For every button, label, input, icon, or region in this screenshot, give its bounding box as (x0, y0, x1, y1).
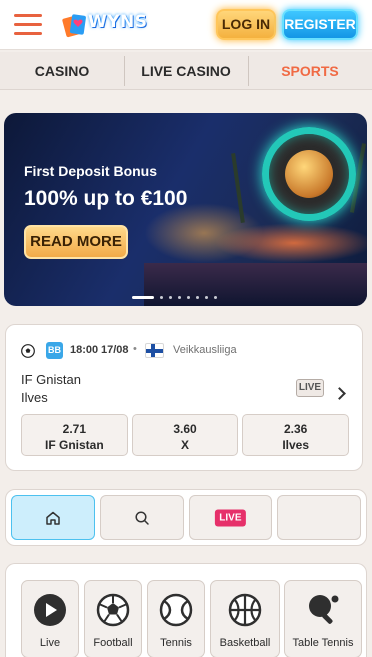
promo-banner[interactable]: First Deposit Bonus 100% up to €100 READ… (4, 113, 367, 306)
home-filter-button[interactable] (11, 495, 95, 540)
odds-value: 2.36 (284, 422, 308, 436)
live-filter-button[interactable]: LIVE (188, 495, 273, 540)
carousel-dots (132, 295, 217, 299)
carousel-dot[interactable] (187, 295, 190, 299)
sport-label: Football (93, 637, 133, 649)
match-date: 17/08 (101, 344, 129, 356)
odds-label: IF Gnistan (45, 438, 104, 452)
away-team: Ilves (21, 390, 48, 405)
tab-casino[interactable]: CASINO (0, 52, 124, 89)
odds-value: 3.60 (173, 422, 197, 436)
home-team: IF Gnistan (21, 372, 81, 387)
tab-live-casino[interactable]: LIVE CASINO (124, 52, 248, 89)
header: WYNS LOG IN REGISTER (0, 0, 372, 50)
carousel-dot[interactable] (214, 295, 217, 299)
live-label: LIVE (215, 509, 246, 526)
match-card[interactable]: BB 18:00 17/08 • Veikkausliiga IF Gnista… (5, 324, 363, 471)
odds-row: 2.71 IF Gnistan 3.60 X 2.36 Ilves (21, 414, 350, 456)
sport-item-live[interactable]: Live (21, 580, 79, 657)
carousel-dot[interactable] (169, 295, 172, 299)
extra-filter-button[interactable] (277, 495, 361, 540)
match-time: 18:00 (70, 344, 99, 356)
football-icon (96, 593, 130, 627)
banner-title: 100% up to €100 (24, 187, 188, 210)
menu-icon[interactable] (14, 14, 42, 36)
tennis-ball-icon (159, 593, 193, 627)
separator-dot: • (133, 343, 137, 355)
sport-label: Tennis (160, 637, 192, 649)
odds-value: 2.71 (62, 422, 87, 436)
product-tabs: CASINO LIVE CASINO SPORTS (0, 52, 372, 90)
odds-draw-button[interactable]: 3.60 X (131, 414, 239, 456)
sport-item-tennis[interactable]: Tennis (147, 580, 205, 657)
login-button[interactable]: LOG IN (216, 9, 276, 40)
register-button[interactable]: REGISTER (282, 9, 358, 40)
sport-label: Basketball (219, 637, 271, 649)
logo-text: WYNS (88, 12, 148, 32)
league-name: Veikkausliiga (173, 344, 237, 356)
tab-sports[interactable]: SPORTS (248, 52, 372, 89)
banner-subtitle: First Deposit Bonus (24, 163, 158, 179)
odds-label: X (181, 438, 190, 452)
sport-label: Live (39, 637, 61, 649)
sports-list: Live Football Tennis Basketball Table Te… (5, 563, 367, 657)
sport-item-football[interactable]: Football (84, 580, 142, 657)
search-icon (135, 510, 149, 525)
odds-away-button[interactable]: 2.36 Ilves (242, 414, 350, 456)
carousel-dot[interactable] (196, 295, 199, 299)
carousel-dot[interactable] (160, 295, 163, 299)
search-filter-button[interactable] (99, 495, 184, 540)
sport-item-table-tennis[interactable]: Table Tennis (284, 580, 362, 657)
chevron-right-icon[interactable] (333, 387, 346, 400)
cards-logo-icon (62, 14, 86, 38)
odds-home-button[interactable]: 2.71 IF Gnistan (21, 414, 128, 456)
football-image (285, 150, 333, 198)
sport-item-basketball[interactable]: Basketball (210, 580, 280, 657)
bet-builder-badge: BB (46, 342, 63, 359)
basketball-icon (228, 593, 262, 627)
home-icon (46, 511, 60, 525)
carousel-dot[interactable] (205, 295, 208, 299)
carousel-dot[interactable] (178, 295, 181, 299)
table-tennis-icon (309, 595, 339, 624)
soccer-ball-icon (21, 344, 35, 358)
sport-label: Table Tennis (292, 637, 354, 649)
football-ring-image (262, 127, 356, 221)
odds-label: Ilves (282, 438, 310, 452)
play-icon (34, 594, 66, 626)
live-badge: LIVE (296, 379, 324, 397)
finland-flag-icon (145, 343, 164, 358)
logo[interactable]: WYNS (62, 9, 152, 41)
sports-filter-bar: LIVE (5, 489, 367, 546)
carousel-dot[interactable] (132, 295, 154, 299)
read-more-button[interactable]: READ MORE (24, 225, 128, 259)
